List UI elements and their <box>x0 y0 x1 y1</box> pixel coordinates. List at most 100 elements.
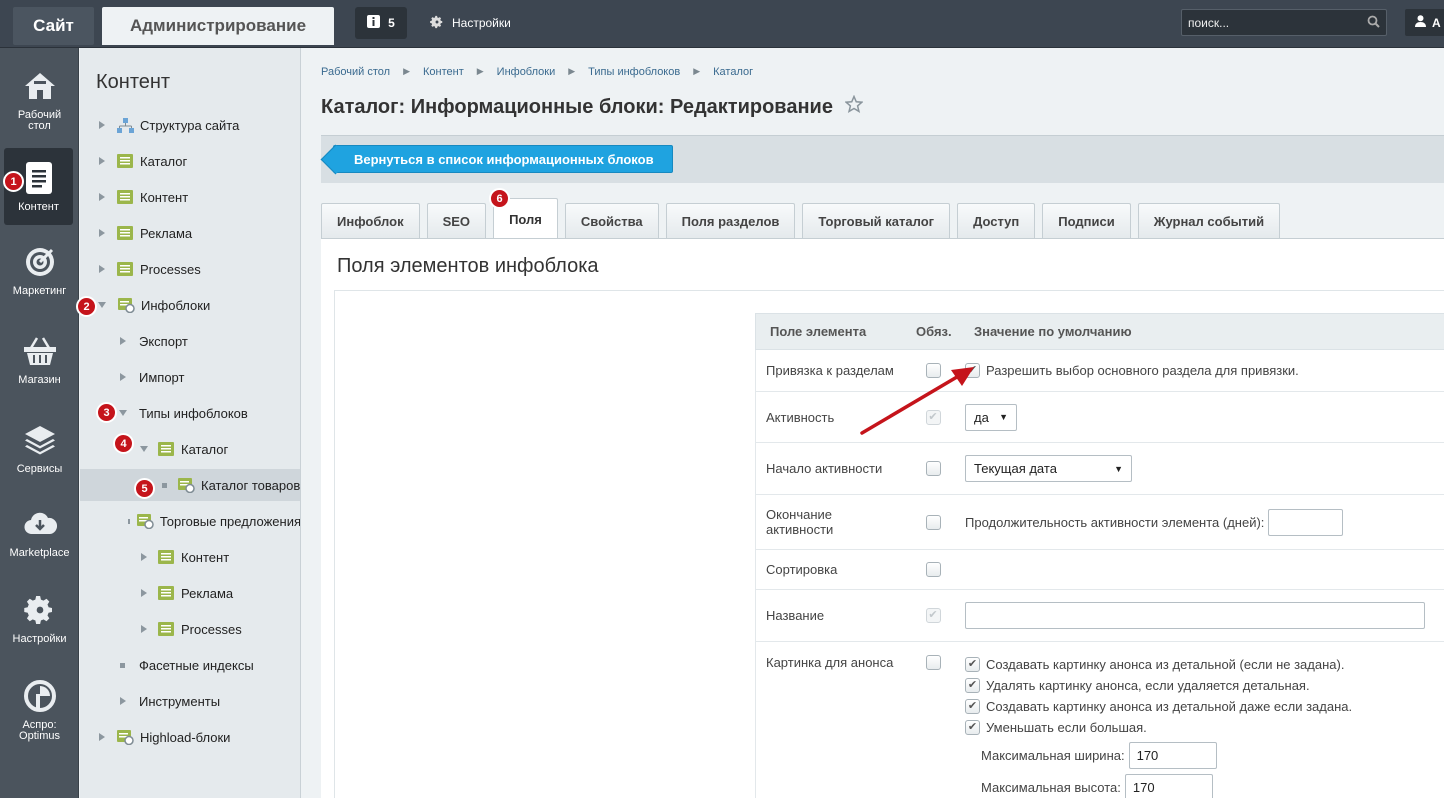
menu-shop[interactable]: Магазин <box>0 333 79 386</box>
tree-item-site-structure[interactable]: Структура сайта <box>80 109 300 141</box>
expand-arrow-icon[interactable] <box>141 625 147 633</box>
tree-item-content[interactable]: Контент <box>80 181 300 213</box>
max-width-input[interactable]: 170 <box>1128 742 1217 769</box>
expand-arrow-icon[interactable] <box>141 589 147 597</box>
expand-arrow-icon[interactable] <box>99 733 105 741</box>
target-icon <box>22 244 58 280</box>
tab-iblock[interactable]: Инфоблок <box>321 203 420 239</box>
tree-item-label: Торговые предложения <box>159 513 301 529</box>
breadcrumb-separator-icon: ▶ <box>568 66 576 76</box>
tree-item-label: Реклама <box>140 225 193 241</box>
iblock-icon <box>117 262 133 276</box>
menu-settings[interactable]: Настройки <box>0 592 79 645</box>
required-checkbox[interactable] <box>925 562 941 577</box>
expand-arrow-icon[interactable] <box>120 373 126 381</box>
tree-item-tools[interactable]: Инструменты <box>80 685 300 717</box>
search-icon[interactable] <box>1367 15 1380 31</box>
active-from-select[interactable]: Текущая дата ▼ <box>965 455 1132 482</box>
breadcrumb-separator-icon: ▶ <box>476 66 484 76</box>
tree-item-catalog-products[interactable]: Каталог товаров <box>80 469 301 501</box>
search-input[interactable]: поиск... <box>1181 9 1387 36</box>
option-row: ✔ Создавать картинку анонса из детальной … <box>965 696 1352 717</box>
expand-arrow-icon[interactable] <box>120 697 126 705</box>
required-checkbox[interactable] <box>925 514 941 530</box>
required-checkbox[interactable] <box>925 461 941 476</box>
column-header-default: Значение по умолчанию <box>974 324 1132 339</box>
expand-arrow-icon[interactable] <box>120 337 126 345</box>
tab-trade-catalog[interactable]: Торговый каталог <box>802 203 951 239</box>
menu-aspro[interactable]: Аспро: Optimus <box>0 678 79 742</box>
option-checkbox[interactable]: ✔ <box>965 699 980 714</box>
home-icon <box>22 68 58 104</box>
collapse-arrow-icon[interactable] <box>98 302 106 308</box>
option-checkbox[interactable]: ✔ <box>965 657 980 672</box>
tree-item-highload[interactable]: Highload-блоки <box>80 721 300 753</box>
menu-shop-label: Магазин <box>18 374 61 386</box>
breadcrumb-item[interactable]: Рабочий стол <box>321 66 390 78</box>
tree-item-import[interactable]: Импорт <box>80 361 300 393</box>
breadcrumb-item[interactable]: Инфоблоки <box>497 66 556 78</box>
menu-marketing[interactable]: Маркетинг <box>0 244 79 297</box>
breadcrumb-item[interactable]: Контент <box>423 66 464 78</box>
table-row: Начало активности Текущая дата ▼ <box>755 443 1444 495</box>
tab-section-fields[interactable]: Поля разделов <box>665 203 796 239</box>
breadcrumb-item[interactable]: Типы инфоблоков <box>588 66 680 78</box>
option-checkbox[interactable]: ✔ <box>965 720 980 735</box>
left-main-menu: Рабочий стол Контент Маркетинг Магазин С… <box>0 48 79 798</box>
tree-item-ads[interactable]: Реклама <box>80 217 300 249</box>
active-duration-input[interactable] <box>1268 508 1344 536</box>
star-icon[interactable] <box>844 94 864 119</box>
tab-access[interactable]: Доступ <box>957 203 1036 239</box>
tab-captions[interactable]: Подписи <box>1042 203 1131 239</box>
expand-arrow-icon[interactable] <box>99 121 105 129</box>
expand-arrow-icon[interactable] <box>99 265 105 273</box>
tab-event-log[interactable]: Журнал событий <box>1137 203 1281 239</box>
tree-item-catalog[interactable]: Каталог <box>80 145 300 177</box>
site-tab[interactable]: Сайт <box>13 7 94 45</box>
tree-item-processes[interactable]: Processes <box>80 253 300 285</box>
table-row: Окончание активности Продолжительность а… <box>755 495 1444 550</box>
expand-arrow-icon[interactable] <box>99 193 105 201</box>
menu-services[interactable]: Сервисы <box>0 422 79 475</box>
menu-settings-label: Настройки <box>12 633 67 645</box>
max-width-row: Максимальная ширина: 170 <box>981 742 1217 769</box>
admin-tab[interactable]: Администрирование <box>102 7 334 45</box>
field-label-line: активности <box>766 522 834 537</box>
tree-item-type-ads[interactable]: Реклама <box>80 577 300 609</box>
annotation-badge-5: 5 <box>134 478 155 499</box>
collapse-arrow-icon[interactable] <box>119 410 127 416</box>
menu-marketplace[interactable]: Marketplace <box>0 506 79 559</box>
tree-item-iblocks[interactable]: Инфоблоки <box>80 289 300 321</box>
tree-item-type-processes[interactable]: Processes <box>80 613 300 645</box>
field-label: Название <box>766 608 825 623</box>
expand-arrow-icon[interactable] <box>99 229 105 237</box>
max-height-input[interactable]: 170 <box>1124 774 1213 798</box>
back-to-list-label: Вернуться в список информационных блоков <box>354 151 654 167</box>
tree-item-label: Импорт <box>139 369 185 385</box>
breadcrumb-item[interactable]: Каталог <box>713 66 753 78</box>
active-duration-label: Продолжительность активности элемента (д… <box>965 514 1265 530</box>
tree-item-facet-indexes[interactable]: Фасетные индексы <box>80 649 300 681</box>
tree-item-label: Каталог товаров <box>201 477 301 493</box>
user-menu-button[interactable]: А <box>1405 9 1444 36</box>
menu-desktop[interactable]: Рабочий стол <box>0 68 79 132</box>
back-to-list-button[interactable]: Вернуться в список информационных блоков <box>333 145 673 173</box>
tree-item-trade-offers[interactable]: Торговые предложения <box>80 505 301 537</box>
required-checkbox[interactable] <box>925 654 941 670</box>
name-default-input[interactable] <box>965 602 1425 629</box>
breadcrumb-separator-icon: ▶ <box>403 66 410 76</box>
expand-arrow-icon[interactable] <box>99 157 105 165</box>
settings-link[interactable]: Настройки <box>430 12 511 34</box>
option-checkbox[interactable]: ✔ <box>965 678 980 693</box>
expand-arrow-icon[interactable] <box>141 553 147 561</box>
collapse-arrow-icon[interactable] <box>140 446 148 452</box>
annotation-arrow-icon <box>860 367 974 435</box>
tree-item-type-content[interactable]: Контент <box>80 541 300 573</box>
notifications-count: 5 <box>388 16 395 30</box>
tree-item-export[interactable]: Экспорт <box>80 325 300 357</box>
tab-properties[interactable]: Свойства <box>564 203 659 239</box>
field-label: Картинка для анонса <box>766 654 894 670</box>
tab-seo[interactable]: SEO <box>426 203 487 239</box>
notification-icon <box>367 15 381 31</box>
notifications-button[interactable]: 5 <box>355 7 407 39</box>
